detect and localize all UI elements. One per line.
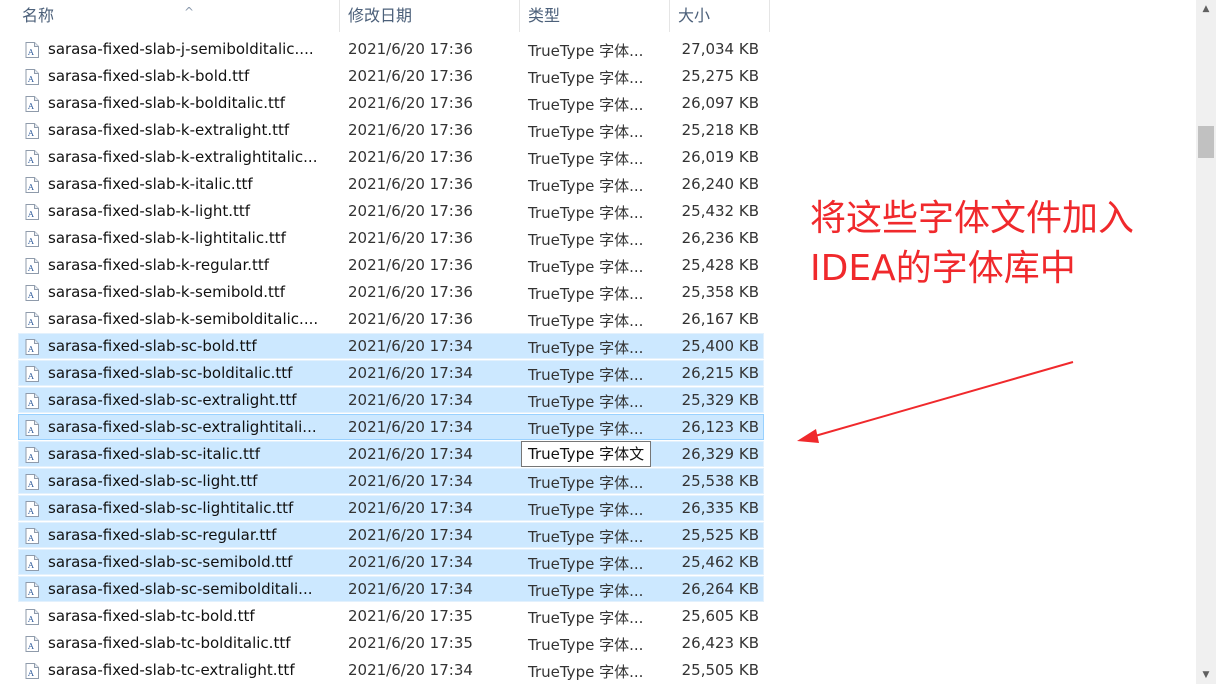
vertical-scrollbar[interactable]: ▲ ▼ [1196,0,1216,684]
scrollbar-thumb[interactable] [1198,126,1214,158]
chevron-up-icon[interactable]: ▲ [1196,0,1216,18]
chevron-down-icon[interactable]: ▼ [1196,666,1216,684]
annotation-arrow [797,361,1074,443]
